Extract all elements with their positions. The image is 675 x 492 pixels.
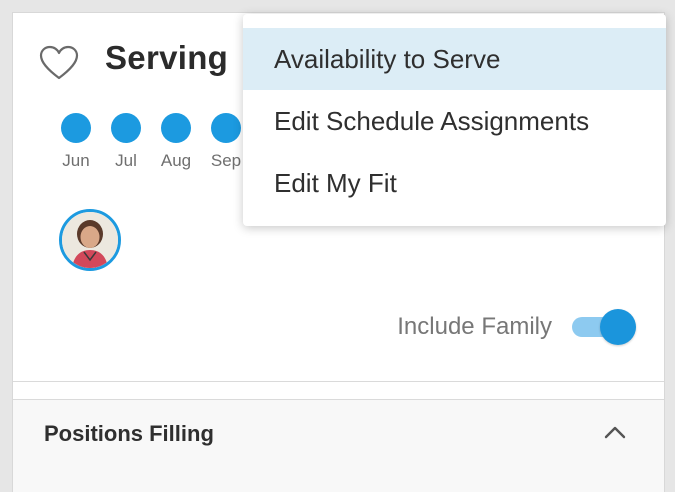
chevron-up-icon[interactable] xyxy=(602,422,628,442)
menu-item-edit-my-fit[interactable]: Edit My Fit xyxy=(243,152,666,214)
avatar[interactable] xyxy=(59,209,121,271)
avatar-photo xyxy=(62,212,118,268)
menu-item-label: Edit Schedule Assignments xyxy=(274,105,590,136)
include-family-toggle[interactable] xyxy=(572,309,636,345)
toggle-knob xyxy=(600,309,636,345)
month-aug: Aug xyxy=(151,113,201,171)
month-jul: Jul xyxy=(101,113,151,171)
include-family-row: Include Family xyxy=(397,309,636,345)
month-label: Sep xyxy=(210,151,242,170)
month-label: Aug xyxy=(160,151,192,170)
month-label: Jul xyxy=(115,151,137,170)
menu-item-edit-schedule-assignments[interactable]: Edit Schedule Assignments xyxy=(243,90,666,152)
section-title: Positions Filling xyxy=(44,421,214,446)
positions-filling-section[interactable]: Positions Filling xyxy=(13,399,664,492)
divider xyxy=(13,381,664,382)
app-frame: Serving Jun Jul Aug Sep Include Family P… xyxy=(0,0,675,492)
month-dot xyxy=(111,113,141,143)
include-family-label: Include Family xyxy=(397,313,552,340)
menu-item-availability-to-serve[interactable]: Availability to Serve xyxy=(243,28,666,90)
month-indicators: Jun Jul Aug Sep xyxy=(51,113,251,171)
month-jun: Jun xyxy=(51,113,101,171)
heart-icon[interactable] xyxy=(39,45,79,81)
menu-item-label: Availability to Serve xyxy=(274,43,501,74)
month-dot xyxy=(61,113,91,143)
month-dot xyxy=(161,113,191,143)
menu-item-label: Edit My Fit xyxy=(274,167,397,198)
month-label: Jun xyxy=(62,151,90,170)
card-title: Serving xyxy=(105,39,229,76)
month-dot xyxy=(211,113,241,143)
actions-dropdown-menu: Availability to Serve Edit Schedule Assi… xyxy=(243,14,666,226)
